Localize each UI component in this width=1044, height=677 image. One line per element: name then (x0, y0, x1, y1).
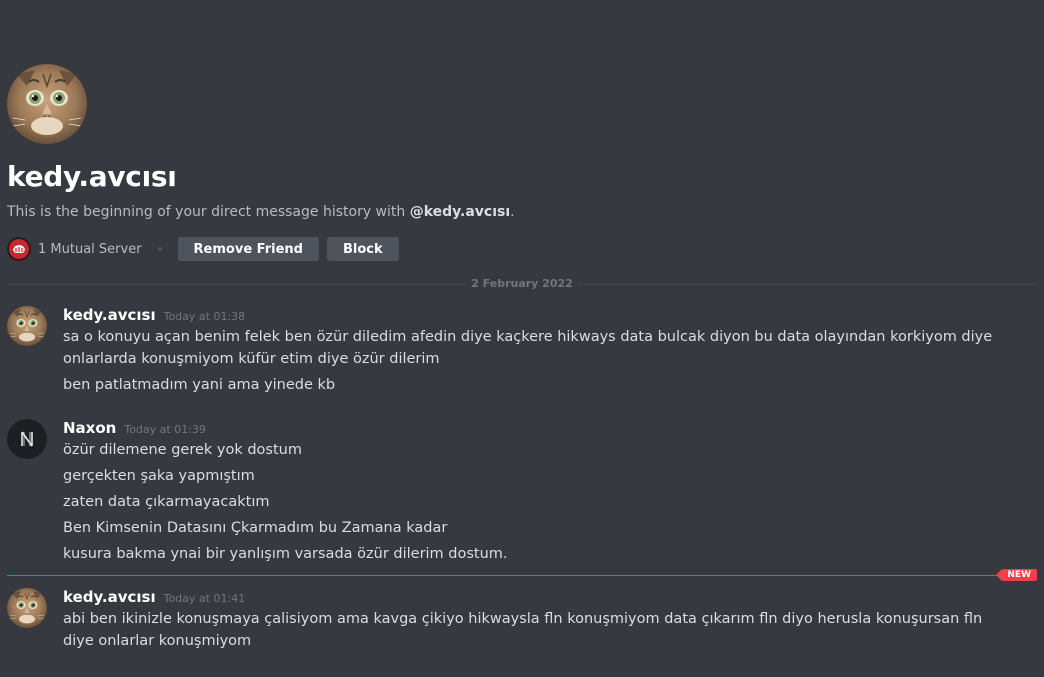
profile-avatar[interactable] (7, 64, 87, 144)
profile-actions: 1 Mutual Server Remove Friend Block (7, 237, 1037, 261)
cat-avatar-image (7, 306, 47, 346)
date-divider: 2 February 2022 (7, 277, 1037, 290)
separator-dot (157, 247, 162, 251)
new-messages-divider: NEW (7, 569, 1037, 581)
message-group[interactable]: kedy.avcısı Today at 01:38 sa o konuyu a… (7, 306, 1007, 396)
mutual-server-icon[interactable] (7, 237, 31, 261)
cat-avatar-image (7, 64, 87, 144)
dm-profile-header: kedy.avcısı This is the beginning of you… (7, 64, 1037, 261)
dm-intro-text: This is the beginning of your direct mes… (7, 202, 1037, 222)
message-avatar[interactable] (7, 588, 47, 628)
message-text: kusura bakma ynai bir yanlışım varsada ö… (63, 546, 508, 562)
message-text: özür dilemene gerek yok dostum (63, 442, 302, 458)
message-text: sa o konuyu açan benim felek ben özür di… (63, 329, 993, 367)
naxon-logo-icon (21, 431, 33, 447)
message-author[interactable]: kedy.avcısı (63, 306, 156, 324)
remove-friend-button[interactable]: Remove Friend (177, 237, 319, 261)
message-author[interactable]: Naxon (63, 419, 116, 437)
message-text: zaten data çıkarmayacaktım (63, 494, 270, 510)
message-text: abi ben ikinizle konuşmaya çalisiyom ama… (63, 611, 983, 649)
message-group[interactable]: Naxon Today at 01:39 özür dilemene gerek… (7, 419, 1007, 565)
block-button[interactable]: Block (326, 237, 399, 261)
new-messages-badge: NEW (996, 569, 1037, 581)
intro-handle: @kedy.avcısı (409, 204, 511, 220)
date-divider-label: 2 February 2022 (467, 277, 577, 290)
message-author[interactable]: kedy.avcısı (63, 588, 156, 606)
message-avatar[interactable] (7, 419, 47, 459)
intro-suffix: . (510, 204, 515, 220)
message-avatar[interactable] (7, 306, 47, 346)
message-text: gerçekten şaka yapmıştım (63, 468, 255, 484)
message-timestamp: Today at 01:41 (163, 592, 246, 605)
profile-username: kedy.avcısı (7, 160, 177, 193)
intro-prefix: This is the beginning of your direct mes… (7, 204, 410, 220)
message-group[interactable]: kedy.avcısı Today at 01:41 abi ben ikini… (7, 588, 1007, 652)
mutual-server-count[interactable]: 1 Mutual Server (38, 242, 142, 257)
message-text: Ben Kimsenin Datasını Çkarmadım bu Zaman… (63, 520, 448, 536)
message-timestamp: Today at 01:38 (163, 310, 246, 323)
cat-avatar-image (7, 588, 47, 628)
message-timestamp: Today at 01:39 (124, 423, 206, 436)
message-text: ben patlatmadım yani ama yinede kb (63, 377, 336, 393)
